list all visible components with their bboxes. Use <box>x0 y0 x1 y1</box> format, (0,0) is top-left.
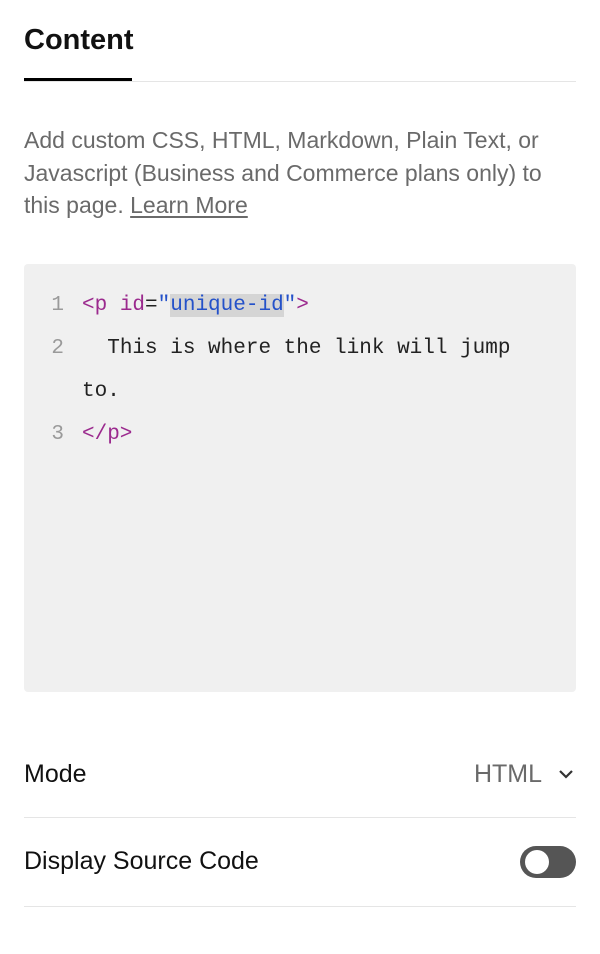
line-number: 2 <box>42 327 82 370</box>
tab-content[interactable]: Content <box>24 24 134 81</box>
display-source-setting-row: Display Source Code <box>24 818 576 907</box>
display-source-label: Display Source Code <box>24 847 259 876</box>
code-line: 1 <p id="unique-id"> <box>42 284 558 327</box>
mode-value: HTML <box>474 760 542 789</box>
toggle-knob <box>525 850 549 874</box>
code-content: <p id="unique-id"> <box>82 284 558 327</box>
mode-setting-row[interactable]: Mode HTML <box>24 732 576 818</box>
description-text: Add custom CSS, HTML, Markdown, Plain Te… <box>24 124 576 222</box>
chevron-down-icon <box>556 764 576 784</box>
code-content: This is where the link will jump to. <box>82 327 558 413</box>
code-content: </p> <box>82 413 558 456</box>
line-number: 1 <box>42 284 82 327</box>
code-line: 3 </p> <box>42 413 558 456</box>
mode-label: Mode <box>24 760 87 789</box>
tab-bar: Content <box>24 24 576 82</box>
code-line: 2 This is where the link will jump to. <box>42 327 558 413</box>
code-editor[interactable]: 1 <p id="unique-id"> 2 This is where the… <box>24 264 576 692</box>
display-source-toggle[interactable] <box>520 846 576 878</box>
learn-more-link[interactable]: Learn More <box>130 192 248 218</box>
mode-dropdown[interactable]: HTML <box>474 760 576 789</box>
description-body: Add custom CSS, HTML, Markdown, Plain Te… <box>24 127 542 218</box>
line-number: 3 <box>42 413 82 456</box>
